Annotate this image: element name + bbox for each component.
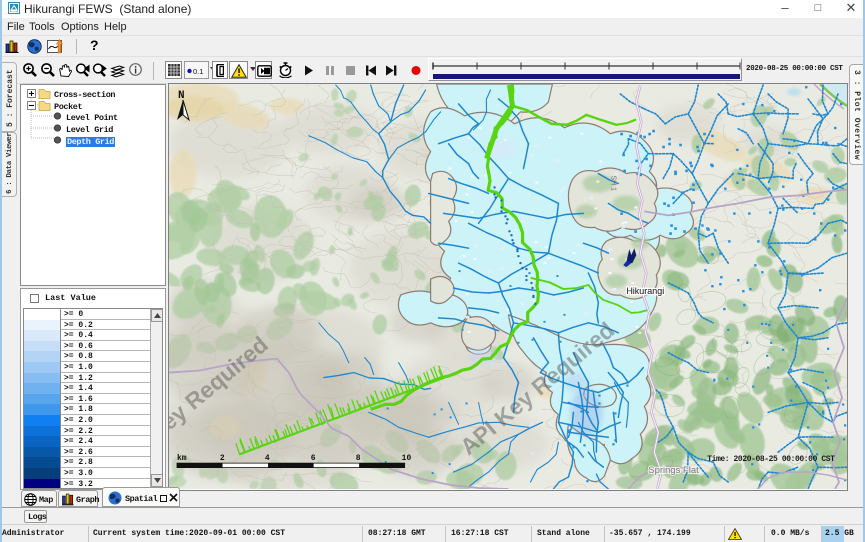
svg-text:6: 6: [311, 454, 316, 463]
svg-text:Time: 2020-08-25 00:00:00 CST: Time: 2020-08-25 00:00:00 CST: [707, 455, 835, 464]
svg-text:Hikurangi: Hikurangi: [626, 286, 664, 296]
svg-text:4: 4: [265, 454, 270, 463]
svg-text:8: 8: [356, 454, 361, 463]
svg-text:Springs Flat: Springs Flat: [648, 465, 699, 476]
svg-text:0.1: 0.1: [193, 67, 203, 76]
svg-text:10: 10: [402, 454, 412, 463]
svg-text:N: N: [178, 90, 185, 102]
svg-text:km: km: [177, 454, 187, 463]
svg-text:2: 2: [220, 454, 225, 463]
svg-text:SH 1: SH 1: [609, 176, 616, 192]
